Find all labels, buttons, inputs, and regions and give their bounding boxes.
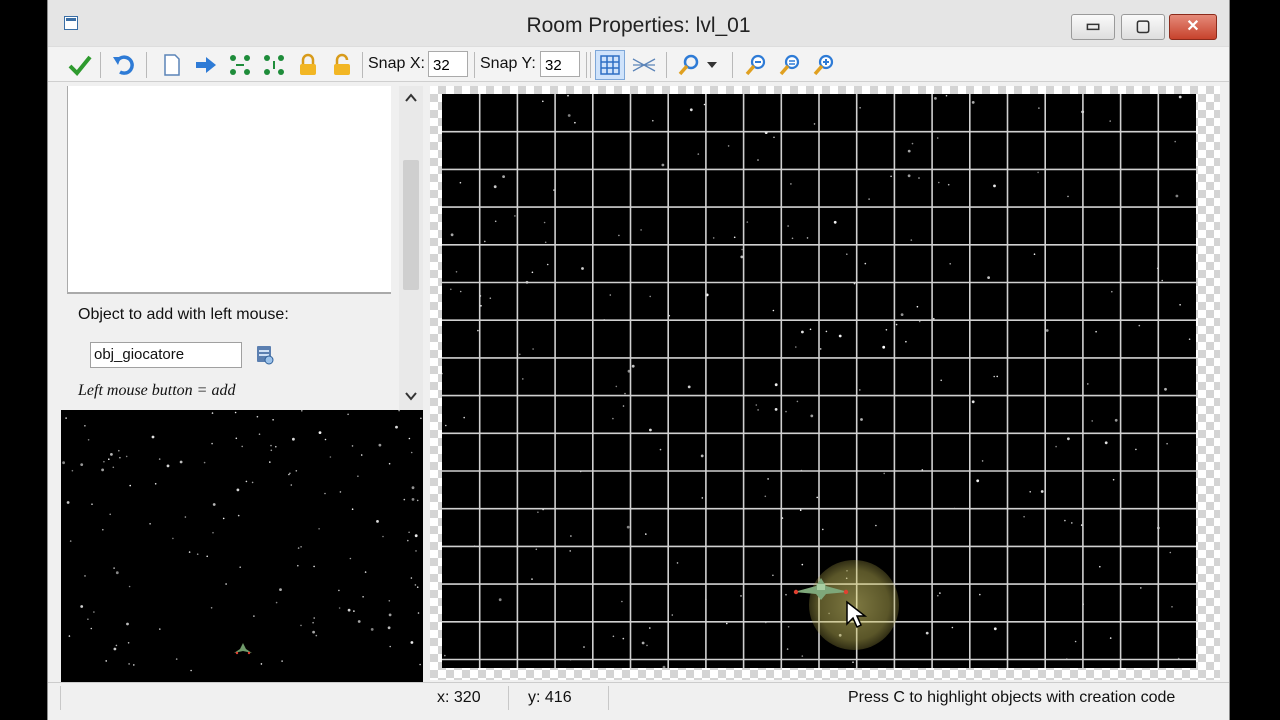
minimize-icon: ▭ — [1085, 18, 1101, 35]
unlock-all-button[interactable] — [328, 52, 356, 78]
maximize-icon: ▢ — [1135, 18, 1151, 35]
clear-button[interactable] — [158, 52, 186, 78]
minimize-button[interactable]: ▭ — [1071, 14, 1115, 40]
view-options-dropdown[interactable] — [676, 52, 720, 78]
sort-x-button[interactable] — [226, 52, 254, 78]
isometric-icon — [632, 58, 656, 72]
object-to-add-label: Object to add with left mouse: — [78, 306, 289, 323]
scroll-up-icon[interactable] — [403, 90, 419, 106]
lock-icon — [300, 53, 316, 75]
snap-y-input[interactable] — [540, 51, 580, 77]
status-y-coordinate: y: 416 — [528, 689, 572, 706]
zoom-out-icon — [745, 54, 766, 76]
isometric-grid-button[interactable] — [629, 52, 659, 78]
object-browse-icon — [257, 346, 274, 365]
zoom-in-button[interactable] — [810, 52, 838, 78]
maximize-button[interactable]: ▢ — [1121, 14, 1165, 40]
clear-icon — [164, 54, 180, 76]
confirm-check-icon — [68, 55, 92, 76]
status-bar: x: 320 y: 416 Press C to highlight objec… — [48, 682, 1229, 713]
undo-icon — [113, 55, 134, 75]
spread-x-icon — [230, 55, 250, 75]
object-browse-button[interactable] — [255, 344, 275, 366]
shift-right-icon — [196, 57, 216, 73]
scroll-down-icon[interactable] — [403, 388, 419, 404]
scroll-thumb[interactable] — [403, 160, 419, 290]
preview-player-ship-icon — [234, 643, 252, 655]
window-title: Room Properties: lvl_01 — [526, 14, 751, 37]
room-canvas[interactable] — [442, 94, 1196, 668]
snap-x-input[interactable] — [428, 51, 468, 77]
magnifier-icon — [678, 54, 699, 76]
sort-y-button[interactable] — [260, 52, 288, 78]
panel-scrollbar[interactable] — [399, 86, 423, 410]
mouse-hint-text: Left mouse button = add — [78, 382, 236, 399]
chevron-down-icon — [707, 62, 717, 68]
spread-y-icon — [264, 55, 284, 75]
object-list-area — [67, 86, 391, 294]
settings-panel: Object to add with left mouse: obj_gioca… — [61, 86, 423, 410]
shift-button[interactable] — [192, 52, 220, 78]
close-icon: ✕ — [1186, 18, 1200, 35]
snap-x-label: Snap X: — [368, 55, 425, 72]
room-properties-window: Room Properties: lvl_01 ▭ ▢ ✕ Snap X: 32… — [47, 0, 1230, 720]
zoom-reset-button[interactable] — [776, 52, 804, 78]
unlock-icon — [334, 53, 350, 75]
confirm-button[interactable] — [66, 52, 94, 78]
zoom-reset-icon — [779, 54, 800, 76]
zoom-out-button[interactable] — [742, 52, 770, 78]
room-editor-area[interactable] — [430, 86, 1220, 680]
snap-y-label: Snap Y: — [480, 55, 536, 72]
show-grid-toggle[interactable] — [595, 50, 625, 80]
mouse-cursor-icon — [846, 600, 867, 629]
status-x-coordinate: x: 320 — [437, 689, 481, 706]
title-bar: Room Properties: lvl_01 ▭ ▢ ✕ — [48, 0, 1229, 46]
close-button[interactable]: ✕ — [1169, 14, 1217, 40]
status-message: Press C to highlight objects with creati… — [848, 689, 1176, 706]
object-select-field[interactable]: obj_giocatore — [90, 342, 242, 368]
grid-icon — [600, 55, 620, 75]
undo-button[interactable] — [110, 52, 138, 78]
room-minimap-preview[interactable] — [61, 410, 423, 682]
zoom-in-icon — [813, 54, 834, 76]
lock-all-button[interactable] — [294, 52, 322, 78]
player-ship-icon[interactable] — [790, 576, 852, 602]
toolbar: Snap X: Snap Y: — [48, 46, 1229, 82]
